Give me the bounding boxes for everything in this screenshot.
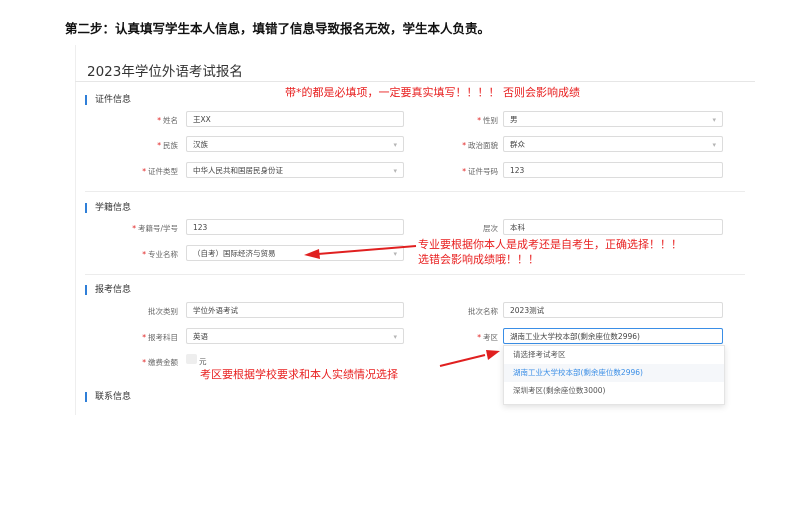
arrow-to-area-icon (439, 350, 500, 367)
arrow-to-major-icon (304, 245, 417, 259)
annotation-arrows (304, 245, 500, 367)
